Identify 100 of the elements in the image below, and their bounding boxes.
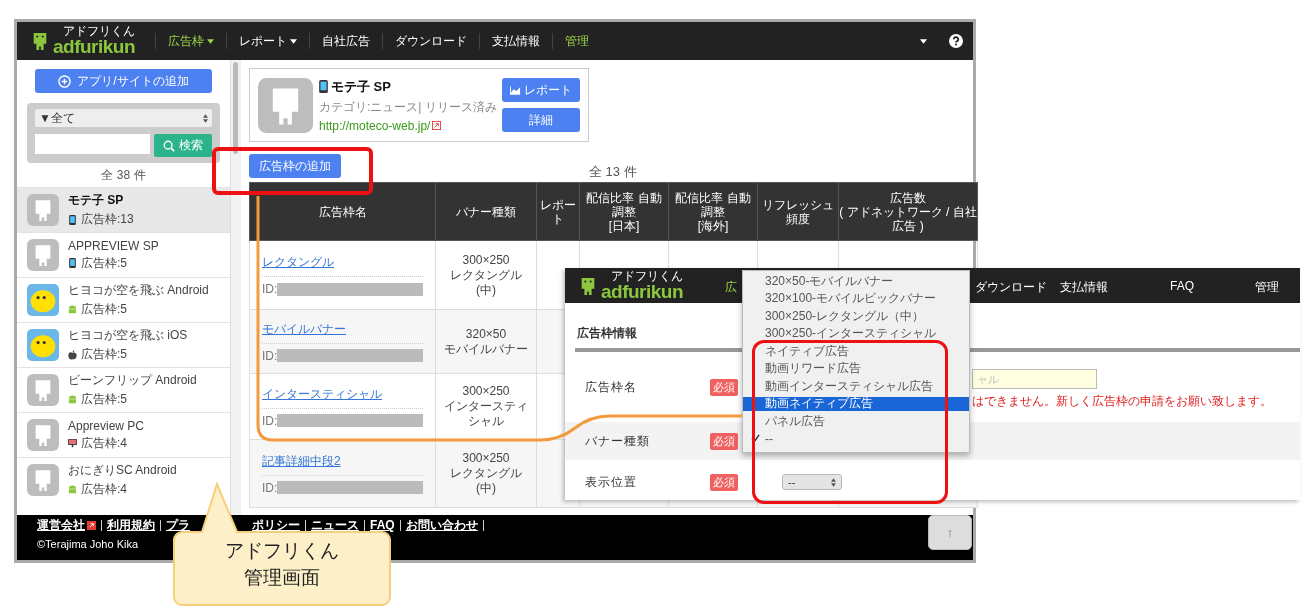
nav-item[interactable]: 管理 [552, 33, 602, 49]
column-header: 配信比率 自動 [674, 190, 752, 205]
footer-link[interactable]: 運営会社 [37, 518, 85, 532]
footer-link[interactable]: FAQ [370, 518, 395, 532]
input-field[interactable]: ャル [972, 368, 1097, 389]
dropdown-option[interactable]: -- [743, 431, 969, 446]
filter-select[interactable]: ▼全て [35, 109, 212, 127]
footer-link[interactable]: プラ [166, 518, 190, 532]
mascot-app-icon [27, 194, 59, 226]
slot-count: 広告枠:13 [81, 211, 134, 228]
mascot-app-icon [258, 77, 313, 133]
nav-item[interactable]: 管理 [1255, 279, 1279, 296]
banner-type-text: 320×50 [464, 326, 508, 342]
dropdown-option[interactable]: 320×50-モバイルバナー [743, 274, 969, 288]
nav-item[interactable]: 支払情報 [479, 33, 553, 49]
dropdown-option[interactable]: 動画インタースティシャル広告 [743, 379, 969, 393]
field-label: バナー種類 [585, 432, 651, 450]
field-label: 広告枠名 [585, 378, 638, 396]
app-name: Appreview PC [68, 418, 145, 433]
mascot-app-icon [27, 419, 59, 451]
app-name: ビーンフリップ Android [68, 372, 197, 389]
dropdown-option[interactable]: 動画リワード広告 [743, 361, 969, 376]
nav-item[interactable]: ダウンロード [975, 279, 1047, 296]
chick-app-icon [27, 329, 59, 361]
caret-icon [290, 38, 298, 44]
app-count: 全 38 件 [101, 167, 146, 184]
total-count: 全 13 件 [589, 163, 637, 181]
app-url-link[interactable]: http://moteco-web.jp/ [319, 118, 431, 133]
logo-text: adfurikun [53, 37, 136, 57]
nav-item[interactable]: 支払情報 [1060, 279, 1108, 296]
required-badge: 必須 [710, 378, 738, 396]
footer-link[interactable]: ニュース [311, 518, 359, 532]
plus-circle-icon [58, 74, 72, 88]
search-field[interactable] [35, 134, 150, 154]
dropdown-option[interactable]: 320×100-モバイルビックバナー [743, 291, 969, 306]
callout-text: 管理画面 [244, 566, 320, 590]
dropdown-option[interactable]: 動画ネイティブ広告 [743, 396, 969, 411]
add-slot-button[interactable]: 広告枠の追加 [249, 154, 341, 178]
banner-type-text: レクタングル [449, 466, 523, 481]
id-label: ID: [262, 348, 278, 363]
app-name: モテ子 SP [68, 192, 125, 209]
phone-icon [68, 258, 77, 268]
scroll-top-button[interactable]: ↑ [928, 515, 972, 550]
caret-icon [207, 38, 215, 44]
mascot-icon [579, 275, 597, 296]
slot-name-link[interactable]: 記事詳細中段2 [262, 452, 341, 475]
slot-name-link[interactable]: インタースティシャル [262, 385, 382, 408]
banner-type-text: (中) [475, 481, 497, 496]
app-list-item[interactable]: モテ子 SP 広告枠:13 [17, 187, 230, 232]
mascot-app-icon [27, 239, 59, 271]
column-header: リフレッシュ [761, 197, 835, 212]
scrollbar-thumb[interactable] [233, 62, 238, 154]
column-header: [海外] [696, 218, 730, 233]
column-header: ト [551, 211, 565, 226]
chick-app-icon [27, 284, 59, 316]
column-header: レポー [539, 197, 577, 212]
logo-kana: アドフリくん [611, 269, 684, 282]
add-app-button[interactable]: アプリ/サイトの追加 [35, 69, 212, 93]
callout-text: アドフリくん [225, 539, 339, 563]
app-name: APPREVIEW SP [68, 238, 159, 253]
id-label: ID: [262, 413, 278, 428]
column-header: 調整 [700, 204, 726, 219]
updown-arrows-icon [203, 113, 208, 123]
dropdown-option[interactable]: パネル広告 [743, 414, 969, 428]
banner-type-text: 300×250 [461, 252, 511, 268]
dropdown-option[interactable]: 300×250-インタースティシャル [743, 326, 969, 341]
detail-button[interactable]: 詳細 [502, 108, 580, 132]
banner-type-text: (中) [475, 282, 497, 298]
updown-arrows-icon [831, 477, 836, 487]
column-header: バナー種類 [455, 204, 517, 219]
id-label: ID: [262, 480, 278, 495]
id-label: ID: [262, 282, 278, 296]
report-button[interactable]: レポート [502, 78, 580, 102]
dropdown-option[interactable]: ネイティブ広告 [743, 344, 969, 358]
nav-item[interactable]: 広 [725, 279, 737, 296]
nav-item[interactable]: ダウンロード [382, 33, 480, 49]
caret-icon[interactable] [920, 38, 927, 44]
banner-type-text: シャル [467, 414, 505, 429]
slot-name-link[interactable]: モバイルバナー [262, 320, 346, 343]
slot-name-link[interactable]: レクタングル [262, 254, 334, 276]
slot-count: 広告枠:5 [81, 391, 127, 408]
search-icon [163, 139, 175, 152]
nav-item[interactable]: 広告枠 [155, 33, 227, 49]
footer-link[interactable]: 利用規約 [107, 518, 155, 532]
position-select[interactable]: -- [782, 474, 842, 490]
android-icon [68, 304, 77, 315]
nav-item[interactable]: レポート [226, 33, 310, 49]
column-header: [日本] [607, 218, 641, 233]
section-title: 広告枠情報 [577, 325, 637, 342]
app-name: モテ子 SP [331, 77, 391, 96]
mascot-icon [31, 31, 49, 51]
nav-item[interactable]: FAQ [1170, 279, 1194, 293]
banner-type-text: 300×250 [461, 451, 511, 466]
dropdown-option[interactable]: 300×250-レクタングル（中） [743, 309, 969, 323]
help-icon[interactable] [949, 34, 963, 48]
footer-link[interactable]: ポリシー [252, 518, 300, 532]
nav-item[interactable]: 自社広告 [309, 33, 383, 49]
external-link-icon [432, 121, 442, 130]
column-header: 配信比率 自動 [585, 190, 663, 205]
footer-link[interactable]: お問い合わせ [405, 518, 478, 532]
